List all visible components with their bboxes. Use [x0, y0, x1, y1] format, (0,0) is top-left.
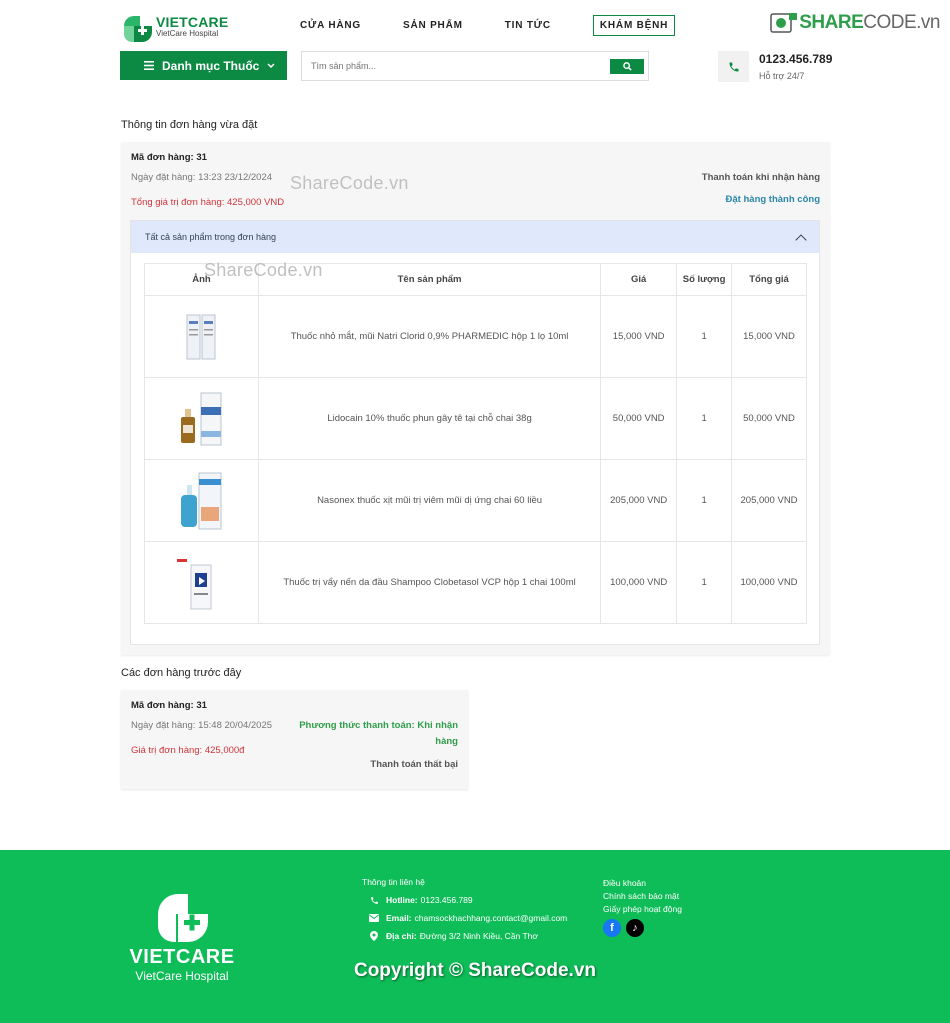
- order-items-accordion: Tất cả sản phẩm trong đơn hàng Ảnh Tên s…: [130, 220, 820, 645]
- product-qty: 1: [676, 459, 733, 542]
- category-label: Danh mục Thuốc: [162, 58, 260, 73]
- product-price: 205,000 VND: [600, 459, 678, 542]
- order-total: Tổng giá trị đơn hàng: 425,000 VND: [131, 197, 285, 208]
- watermark-brand: SHARE: [799, 12, 864, 33]
- mail-icon: [369, 914, 379, 922]
- product-name[interactable]: Thuốc nhỏ mắt, mũi Natri Clorid 0,9% PHA…: [257, 295, 602, 378]
- watermark-rest: CODE.vn: [863, 12, 940, 33]
- address-value: Đường 3/2 Ninh Kiều, Cần Thơ: [419, 931, 538, 941]
- link-privacy[interactable]: Chính sách bảo mật: [603, 890, 682, 903]
- search-bar: [301, 51, 649, 81]
- prev-order-date: Ngày đặt hàng: 15:48 20/04/2025: [131, 720, 273, 731]
- facebook-icon[interactable]: f: [603, 919, 621, 937]
- accordion-toggle[interactable]: Tất cả sản phẩm trong đơn hàng: [131, 221, 819, 253]
- category-menu-button[interactable]: Danh mục Thuốc: [120, 51, 287, 80]
- email-value: chamsockhachhang.contact@gmail.com: [414, 913, 568, 923]
- table-row: Thuốc trị vẩy nến da đầu Shampoo Clobeta…: [144, 541, 807, 624]
- product-image: [181, 472, 222, 529]
- product-price: 50,000 VND: [600, 377, 678, 460]
- watermark-text: ShareCode.vn: [204, 260, 323, 280]
- product-price: 100,000 VND: [600, 541, 678, 624]
- site-footer: VIETCARE VietCare Hospital Thông tin liê…: [0, 850, 950, 1023]
- copyright-text: Copyright © ShareCode.vn: [353, 960, 597, 981]
- order-date: Ngày đặt hàng: 13:23 23/12/2024: [131, 172, 273, 183]
- phone-icon: [729, 62, 738, 71]
- prev-payment-method: Phương thức thanh toán: Khi nhận hàng: [299, 720, 458, 747]
- product-total: 100,000 VND: [731, 541, 807, 624]
- product-image: [177, 558, 212, 609]
- product-image: [181, 392, 222, 445]
- logo-brand: VIETCARE: [156, 13, 229, 30]
- nav-store[interactable]: CỬA HÀNG: [300, 20, 361, 31]
- prev-order-total: Giá trị đơn hàng: 425,000đ: [131, 745, 245, 756]
- hotline-label: Hotline:: [386, 895, 418, 905]
- tiktok-icon[interactable]: ♪: [626, 919, 644, 937]
- previous-orders-title: Các đơn hàng trước đây: [121, 667, 242, 679]
- support-contact[interactable]: 0123.456.789 Hỗ trợ 24/7: [718, 51, 832, 82]
- recent-order-card: Mã đơn hàng: 31 Ngày đặt hàng: 13:23 23/…: [121, 142, 830, 655]
- previous-order-card[interactable]: Mã đơn hàng: 31 Ngày đặt hàng: 15:48 20/…: [121, 690, 468, 789]
- contact-title: Thông tin liên hệ: [362, 877, 425, 887]
- hotline-value: 0123.456.789: [420, 895, 473, 905]
- watermark-logo: SHARE CODE.vn: [769, 11, 940, 35]
- footer-contact: Thông tin liên hệ Hotline: 0123.456.789 E…: [362, 877, 567, 941]
- order-items-table: Ảnh Tên sản phẩm Giá Số lượng Tổng giá T…: [144, 263, 807, 624]
- site-logo[interactable]: VIETCARE VietCare Hospital: [120, 9, 230, 43]
- watermark-text: ShareCode.vn: [290, 173, 409, 193]
- search-icon: [622, 61, 632, 71]
- chevron-down-icon: [267, 62, 275, 68]
- product-qty: 1: [676, 541, 733, 624]
- product-name[interactable]: Lidocain 10% thuốc phun gây tê tại chỗ c…: [257, 377, 602, 460]
- product-qty: 1: [676, 295, 733, 378]
- nav-checkup-button[interactable]: KHÁM BỆNH: [592, 15, 676, 36]
- product-total: 50,000 VND: [731, 377, 807, 460]
- footer-logo-icon: [158, 894, 208, 942]
- product-price: 15,000 VND: [600, 295, 678, 378]
- search-input[interactable]: [302, 61, 610, 71]
- footer-links: Điều khoản Chính sách bảo mật Giấy phép …: [603, 877, 682, 937]
- support-phone: 0123.456.789: [759, 52, 833, 66]
- nav-products[interactable]: SẢN PHẨM: [403, 20, 463, 31]
- col-total: Tổng giá: [731, 263, 807, 296]
- table-row: Lidocain 10% thuốc phun gây tê tại chỗ c…: [144, 377, 807, 460]
- link-license[interactable]: Giấy phép hoạt động: [603, 903, 682, 916]
- prev-order-code: Mã đơn hàng: 31: [131, 700, 207, 711]
- search-button[interactable]: [610, 58, 644, 74]
- table-row: Thuốc nhỏ mắt, mũi Natri Clorid 0,9% PHA…: [144, 295, 807, 378]
- col-qty: Số lượng: [676, 263, 733, 296]
- order-code: Mã đơn hàng: 31: [131, 152, 207, 163]
- menu-icon: [144, 61, 154, 70]
- watermark-icon: [770, 13, 798, 33]
- col-price: Giá: [600, 263, 678, 296]
- accordion-title: Tất cả sản phẩm trong đơn hàng: [145, 232, 276, 242]
- email-label: Email:: [386, 913, 412, 923]
- location-pin-icon: [370, 931, 378, 941]
- product-image: [186, 314, 216, 359]
- footer-hotline[interactable]: Hotline: 0123.456.789: [362, 895, 567, 905]
- logo-cross-icon: [124, 16, 152, 42]
- table-row: Nasonex thuốc xịt mũi trị viêm mũi dị ứn…: [144, 459, 807, 542]
- nav-news[interactable]: TIN TỨC: [505, 20, 551, 31]
- product-total: 205,000 VND: [731, 459, 807, 542]
- address-label: Địa chỉ:: [386, 931, 417, 941]
- chevron-up-icon: [795, 233, 807, 246]
- product-name[interactable]: Nasonex thuốc xịt mũi trị viêm mũi dị ứn…: [257, 459, 602, 542]
- payment-method: Thanh toán khi nhận hàng: [701, 172, 820, 183]
- product-total: 15,000 VND: [731, 295, 807, 378]
- prev-order-status: Thanh toán thất bại: [370, 759, 458, 770]
- footer-email[interactable]: Email: chamsockhachhang.contact@gmail.com: [362, 913, 567, 923]
- product-qty: 1: [676, 377, 733, 460]
- order-status: Đặt hàng thành công: [725, 194, 820, 205]
- link-terms[interactable]: Điều khoản: [603, 877, 682, 890]
- phone-icon: [370, 896, 378, 904]
- logo-sub: VietCare Hospital: [156, 28, 219, 38]
- main-nav: CỬA HÀNG SẢN PHẨM TIN TỨC KHÁM BỆNH: [300, 15, 676, 36]
- product-name[interactable]: Thuốc trị vẩy nến da đầu Shampoo Clobeta…: [257, 541, 602, 624]
- footer-address: Địa chỉ: Đường 3/2 Ninh Kiều, Cần Thơ: [362, 931, 567, 941]
- social-links: f ♪: [603, 919, 682, 937]
- recent-order-title: Thông tin đơn hàng vừa đặt: [121, 119, 258, 131]
- support-hint: Hỗ trợ 24/7: [759, 71, 805, 81]
